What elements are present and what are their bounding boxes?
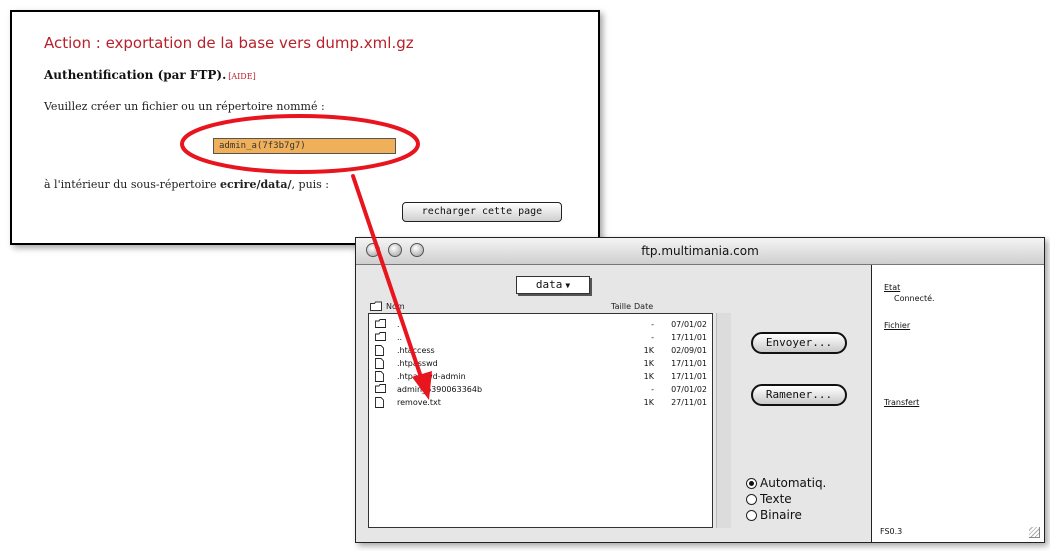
- file-date: 17/11/01: [671, 359, 707, 368]
- folder-select[interactable]: data ▼: [516, 276, 590, 294]
- file-size: 1K: [643, 346, 654, 355]
- file-name: .htpasswd: [397, 359, 438, 368]
- radio-dot-icon[interactable]: [746, 494, 757, 505]
- file-date: 07/01/02: [671, 320, 707, 329]
- radio-label: Automatiq.: [760, 476, 827, 490]
- file-row[interactable]: remove.txt 1K 27/11/01: [369, 397, 712, 410]
- title-bar[interactable]: ftp.multimania.com: [356, 238, 1044, 265]
- file-row[interactable]: . - 07/01/02: [369, 319, 712, 332]
- file-size: -: [651, 333, 654, 342]
- file-name: remove.txt: [397, 398, 441, 407]
- file-name: .: [397, 320, 400, 329]
- file-icon: [375, 345, 385, 356]
- file-date: 17/11/01: [671, 372, 707, 381]
- auth-heading-text: Authentification (par FTP).: [44, 68, 227, 82]
- reload-page-button[interactable]: recharger cette page: [402, 202, 562, 222]
- file-size: -: [651, 320, 654, 329]
- file-row[interactable]: admin_6390063364b - 07/01/02: [369, 384, 712, 397]
- file-label: Fichier: [884, 321, 911, 330]
- help-link[interactable]: [AIDE]: [228, 72, 255, 81]
- get-button[interactable]: Ramener...: [751, 384, 847, 406]
- window-title: ftp.multimania.com: [641, 244, 759, 258]
- scrollbar[interactable]: [716, 313, 731, 528]
- location-text: à l'intérieur du sous-répertoire ecrire/…: [44, 178, 329, 191]
- page-title: Action : exportation de la base vers dum…: [44, 34, 414, 52]
- file-row[interactable]: .. - 17/11/01: [369, 332, 712, 345]
- file-icon: [375, 397, 385, 408]
- instruction-text: Veuillez créer un fichier ou un répertoi…: [44, 100, 325, 113]
- file-size: 1K: [643, 359, 654, 368]
- file-date: 27/11/01: [671, 398, 707, 407]
- file-row[interactable]: .htpasswd-admin 1K 17/11/01: [369, 371, 712, 384]
- file-icon: [375, 371, 385, 382]
- column-header-date[interactable]: Date: [634, 302, 653, 311]
- file-name: ..: [397, 333, 403, 342]
- file-name: .htpasswd-admin: [397, 372, 466, 381]
- column-header-name[interactable]: Nom: [386, 302, 405, 311]
- radio-label: Binaire: [760, 508, 802, 522]
- resize-grip-icon[interactable]: [1029, 527, 1040, 538]
- folder-select-value: data: [535, 278, 563, 291]
- chevron-down-icon: ▼: [565, 281, 571, 290]
- file-row[interactable]: .htpasswd 1K 17/11/01: [369, 358, 712, 371]
- file-list[interactable]: . - 07/01/02.. - 17/11/01 .htaccess 1K 02/09/01…: [368, 313, 713, 528]
- folder-icon: [375, 384, 386, 394]
- file-size: -: [651, 385, 654, 394]
- radio-label: Texte: [760, 492, 792, 506]
- location-suffix: , puis :: [291, 178, 330, 191]
- send-button[interactable]: Envoyer...: [751, 332, 847, 354]
- file-name: admin_6390063364b: [397, 385, 483, 394]
- webpage-window: Action : exportation de la base vers dum…: [10, 10, 600, 245]
- ftp-window: ftp.multimania.com data ▼ Nom Taille Date…: [355, 237, 1045, 543]
- file-row[interactable]: .htaccess 1K 02/09/01: [369, 345, 712, 358]
- folder-icon: [375, 319, 386, 329]
- file-size: 1K: [643, 372, 654, 381]
- status-value: Connecté.: [894, 294, 935, 303]
- location-dir: ecrire/data/: [220, 178, 292, 191]
- directory-name-code: admin_a(7f3b7g7): [213, 138, 396, 154]
- file-size: 1K: [643, 398, 654, 407]
- file-name: .htaccess: [397, 346, 435, 355]
- column-header-size[interactable]: Taille: [611, 302, 631, 311]
- file-date: 02/09/01: [671, 346, 707, 355]
- version-label: FS0.3: [880, 527, 903, 536]
- status-label: Etat: [884, 283, 901, 292]
- radio-dot-icon[interactable]: [746, 478, 757, 489]
- location-prefix: à l'intérieur du sous-répertoire: [44, 178, 220, 191]
- auth-heading: Authentification (par FTP). [AIDE]: [44, 68, 256, 82]
- folder-icon: [375, 332, 386, 342]
- transfer-label: Transfert: [884, 398, 920, 407]
- radio-dot-icon[interactable]: [746, 510, 757, 521]
- file-date: 17/11/01: [671, 333, 707, 342]
- status-pane: Etat Connecté. Fichier Transfert FS0.3: [872, 265, 1044, 542]
- file-icon: [375, 358, 385, 369]
- file-date: 07/01/02: [671, 385, 707, 394]
